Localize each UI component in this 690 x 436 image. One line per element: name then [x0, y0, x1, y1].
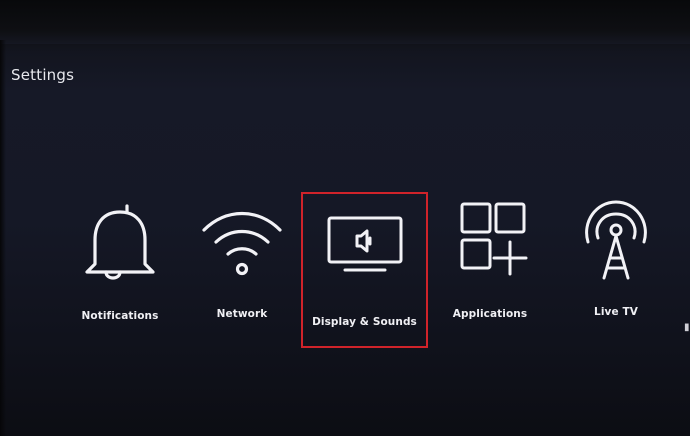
screen-bezel-left	[0, 40, 6, 436]
next-item-peek-indicator: ▮	[684, 322, 690, 333]
menu-item-notifications[interactable]: Notifications	[70, 200, 170, 322]
display-speaker-icon	[327, 216, 402, 272]
menu-item-display-and-sounds[interactable]: Display & Sounds	[301, 192, 428, 348]
menu-item-applications[interactable]: Applications	[440, 196, 540, 320]
apps-grid-plus-icon	[460, 202, 528, 276]
screen-bezel-top	[0, 0, 690, 44]
menu-item-label: Live TV	[594, 306, 638, 318]
menu-item-live-tv[interactable]: Live TV	[566, 196, 666, 318]
menu-item-label: Applications	[452, 308, 528, 320]
wifi-icon	[202, 211, 282, 276]
tv-screen: Settings Notifications Network Display &…	[0, 0, 690, 436]
antenna-tower-icon	[585, 200, 647, 280]
bell-icon	[85, 204, 155, 280]
menu-item-label: Notifications	[81, 310, 159, 322]
page-title: Settings	[11, 66, 75, 84]
menu-item-label: Network	[216, 308, 268, 320]
menu-item-network[interactable]: Network	[192, 200, 292, 320]
menu-item-label: Display & Sounds	[312, 316, 417, 328]
